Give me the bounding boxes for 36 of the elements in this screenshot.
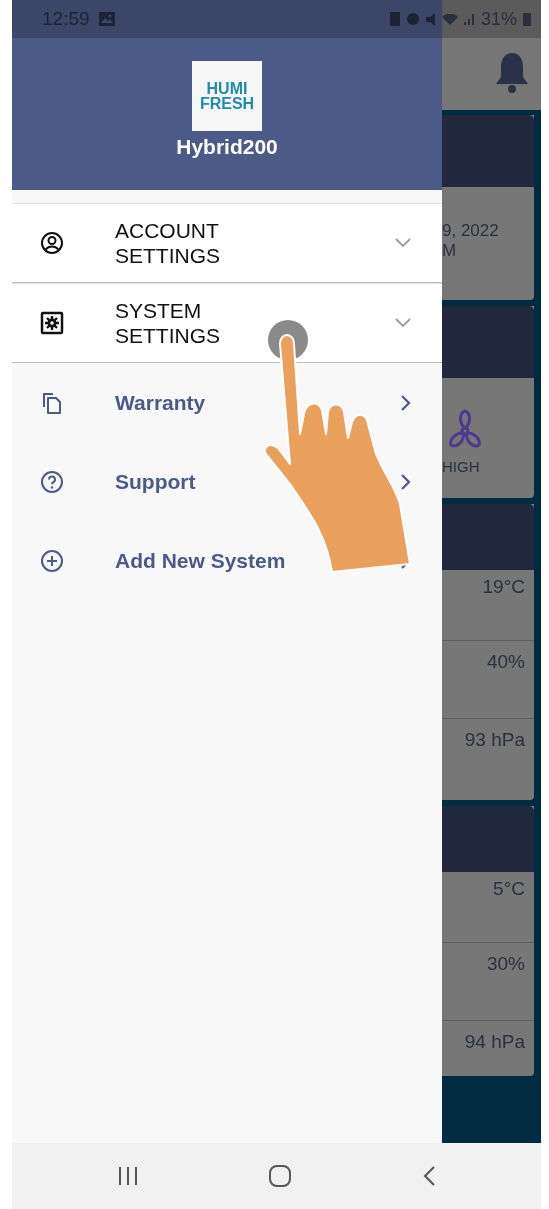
documents-icon	[40, 390, 64, 415]
menu-item[interactable]: Warranty	[12, 363, 442, 442]
back-icon[interactable]	[422, 1165, 437, 1187]
reading-value: 19°C	[481, 575, 526, 599]
device-name: Hybrid200	[176, 135, 278, 159]
account-icon	[40, 231, 64, 255]
chevron-right-icon	[400, 393, 412, 412]
logo: HUMI FRESH	[192, 61, 262, 131]
settings-icon	[40, 311, 64, 335]
signal-icon	[463, 13, 475, 25]
mute-icon	[425, 12, 436, 26]
date-text: M	[442, 241, 458, 262]
add-icon	[40, 548, 64, 573]
menu-label: Support	[115, 469, 197, 494]
menu-label: SYSTEM SETTINGS	[115, 297, 221, 349]
menu-item[interactable]: Add New System	[12, 521, 442, 600]
menu-label: Warranty	[115, 390, 207, 415]
menu-label: Add New System	[115, 548, 287, 573]
reading-value: 40%	[442, 640, 534, 718]
menu-item[interactable]: ACCOUNT SETTINGS	[12, 203, 442, 283]
recent-apps-icon[interactable]	[116, 1166, 139, 1186]
menu-label: ACCOUNT SETTINGS	[115, 217, 221, 269]
wifi-icon	[441, 13, 458, 25]
battery-icon	[523, 12, 531, 26]
image-icon	[97, 11, 116, 27]
reading-value: 5°C	[492, 877, 526, 901]
chevron-right-icon	[400, 472, 412, 491]
reading-value: 94 hPa	[442, 1020, 534, 1076]
help-icon	[40, 469, 64, 494]
reading-value: 93 hPa	[442, 718, 534, 796]
date-text: 9, 2022	[442, 221, 500, 242]
reading-value: 30%	[442, 942, 534, 1020]
home-icon[interactable]	[268, 1164, 293, 1188]
menu-item[interactable]: Support	[12, 442, 442, 521]
menu-item[interactable]: SYSTEM SETTINGS	[12, 283, 442, 363]
fan-speed: HIGH	[442, 458, 480, 475]
